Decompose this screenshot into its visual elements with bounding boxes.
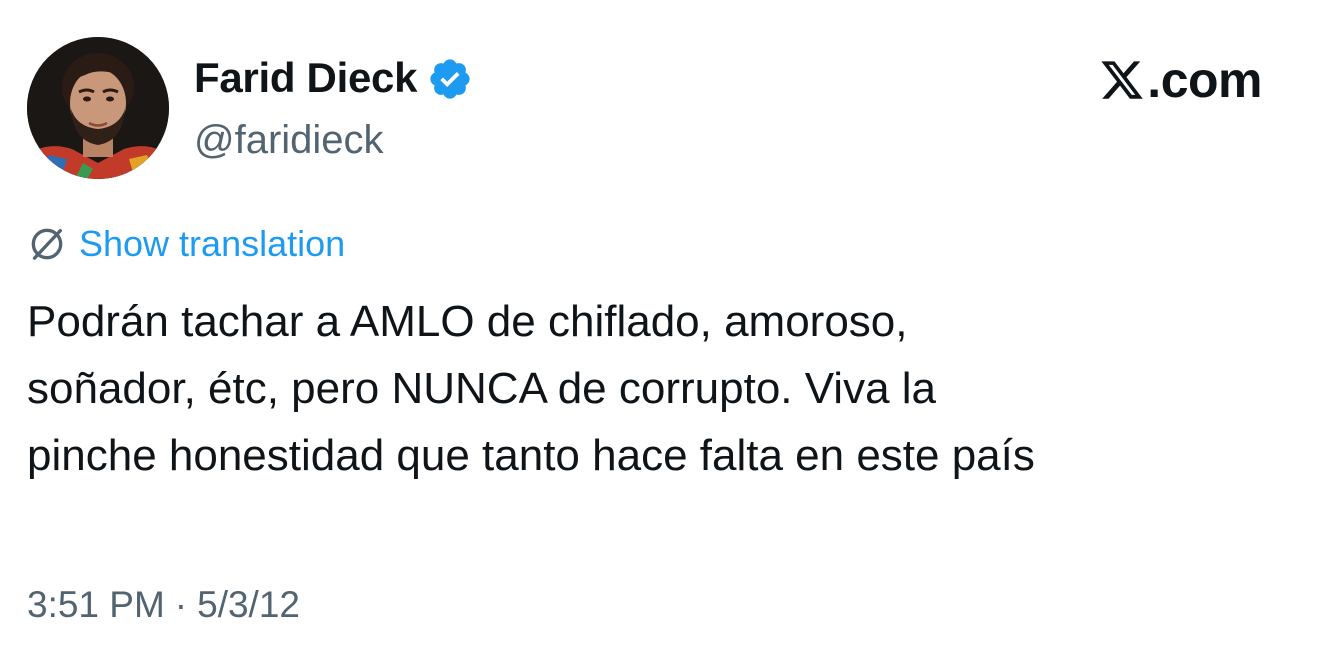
timestamp-separator: · — [174, 584, 188, 625]
show-translation-link[interactable]: Show translation — [27, 222, 345, 266]
tweet-text-line: Podrán tachar a AMLO de chiflado, amoros… — [27, 297, 908, 346]
globe-icon — [31, 228, 63, 260]
tweet-date[interactable]: 5/3/12 — [197, 580, 300, 630]
brand-domain-text: .com — [1147, 52, 1262, 108]
user-avatar-photo — [27, 37, 169, 179]
tweet-text-line: pinche honestidad que tanto hace falta e… — [27, 431, 1035, 480]
tweet-text-line: soñador, étc, pero NUNCA de corrupto. Vi… — [27, 364, 937, 413]
verified-badge-icon — [430, 59, 470, 99]
author-handle[interactable]: @faridieck — [194, 114, 384, 166]
author-display-name[interactable]: Farid Dieck — [194, 52, 417, 104]
tweet-time[interactable]: 3:51 PM — [27, 580, 165, 630]
brand-logo: .com — [1099, 52, 1262, 108]
tweet-text: Podrán tachar a AMLO de chiflado, amoros… — [27, 288, 1287, 489]
tweet-timestamp[interactable]: 3:51 PM · 5/3/12 — [27, 580, 300, 630]
x-logo-icon — [1101, 61, 1144, 99]
author-name-row[interactable]: Farid Dieck — [194, 52, 473, 104]
avatar[interactable] — [27, 37, 169, 179]
show-translation-label[interactable]: Show translation — [79, 222, 345, 266]
